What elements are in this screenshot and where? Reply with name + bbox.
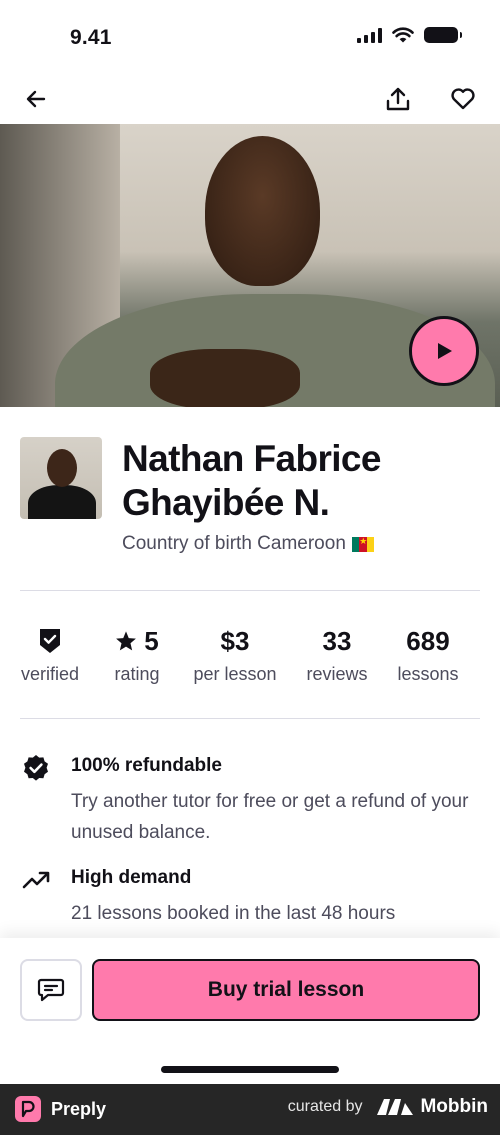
play-icon xyxy=(438,343,452,359)
video-tutor-hand xyxy=(150,349,300,407)
top-nav xyxy=(0,75,500,123)
message-button[interactable] xyxy=(20,959,82,1021)
bottom-action-bar: Buy trial lesson xyxy=(0,938,500,1084)
tutor-avatar xyxy=(20,437,102,519)
tutor-name: Nathan Fabrice Ghayibée N. xyxy=(122,438,382,523)
stat-rating: 5 rating xyxy=(100,622,174,685)
status-icons xyxy=(357,27,462,43)
message-icon xyxy=(37,978,65,1002)
feature-title: 100% refundable xyxy=(71,755,222,776)
footer-credit-bar: Preply curated by Mobbin xyxy=(0,1084,500,1135)
stat-label: per lesson xyxy=(193,664,277,684)
preply-logo-icon xyxy=(15,1096,41,1122)
stat-value: 33 xyxy=(322,625,352,656)
share-upload-icon xyxy=(386,87,410,111)
country-of-birth: Country of birth Cameroon xyxy=(122,533,374,555)
trending-up-icon xyxy=(22,871,50,889)
mobbin-brand: Mobbin xyxy=(376,1096,488,1118)
divider xyxy=(20,590,480,591)
favorite-button[interactable] xyxy=(443,79,483,119)
stat-price: $3 per lesson xyxy=(189,622,281,685)
cameroon-flag-icon xyxy=(351,536,374,552)
feature-description: Try another tutor for free or get a refu… xyxy=(71,791,469,843)
stat-label: rating xyxy=(114,664,160,684)
verified-shield-icon xyxy=(40,629,60,653)
heart-icon xyxy=(451,88,475,110)
status-time: 9.41 xyxy=(70,26,112,49)
footer-brand: Preply xyxy=(51,1098,107,1119)
battery-icon xyxy=(424,27,462,43)
curated-by-label: curated by xyxy=(287,1098,363,1115)
wifi-icon xyxy=(392,27,414,43)
badge-check-icon xyxy=(24,755,48,781)
home-indicator xyxy=(161,1066,339,1073)
video-tutor-head xyxy=(205,136,320,286)
feature-title: High demand xyxy=(71,867,192,888)
stat-label: verified xyxy=(20,664,80,684)
stat-reviews[interactable]: 33 reviews xyxy=(301,622,373,685)
tutor-stats: verified 5 rating $3 per lesson 33 revie… xyxy=(0,622,500,692)
play-button[interactable] xyxy=(409,316,479,386)
stat-lessons: 689 lessons xyxy=(392,622,464,685)
stat-label: reviews xyxy=(306,664,368,684)
feature-refundable: 100% refundable Try another tutor for fr… xyxy=(20,752,480,844)
status-bar: 9.41 xyxy=(0,0,500,75)
mobbin-label: Mobbin xyxy=(420,1096,488,1117)
country-of-birth-label: Country of birth Cameroon xyxy=(122,533,346,554)
stat-verified: verified xyxy=(15,622,85,685)
buy-trial-lesson-button[interactable]: Buy trial lesson xyxy=(92,959,480,1021)
mobbin-logo-icon xyxy=(377,1099,414,1115)
share-button[interactable] xyxy=(378,79,418,119)
back-button[interactable] xyxy=(16,79,56,119)
intro-video[interactable] xyxy=(0,124,500,407)
star-icon xyxy=(116,631,137,651)
feature-high-demand: High demand 21 lessons booked in the las… xyxy=(20,864,480,926)
divider xyxy=(20,718,480,719)
arrow-left-icon xyxy=(26,90,46,108)
feature-description: 21 lessons booked in the last 48 hours xyxy=(71,903,396,924)
stat-value: 5 xyxy=(144,625,159,656)
stat-label: lessons xyxy=(397,664,459,684)
stat-value: $3 xyxy=(220,625,250,656)
cellular-signal-icon xyxy=(357,27,382,43)
stat-value: 689 xyxy=(406,625,450,656)
